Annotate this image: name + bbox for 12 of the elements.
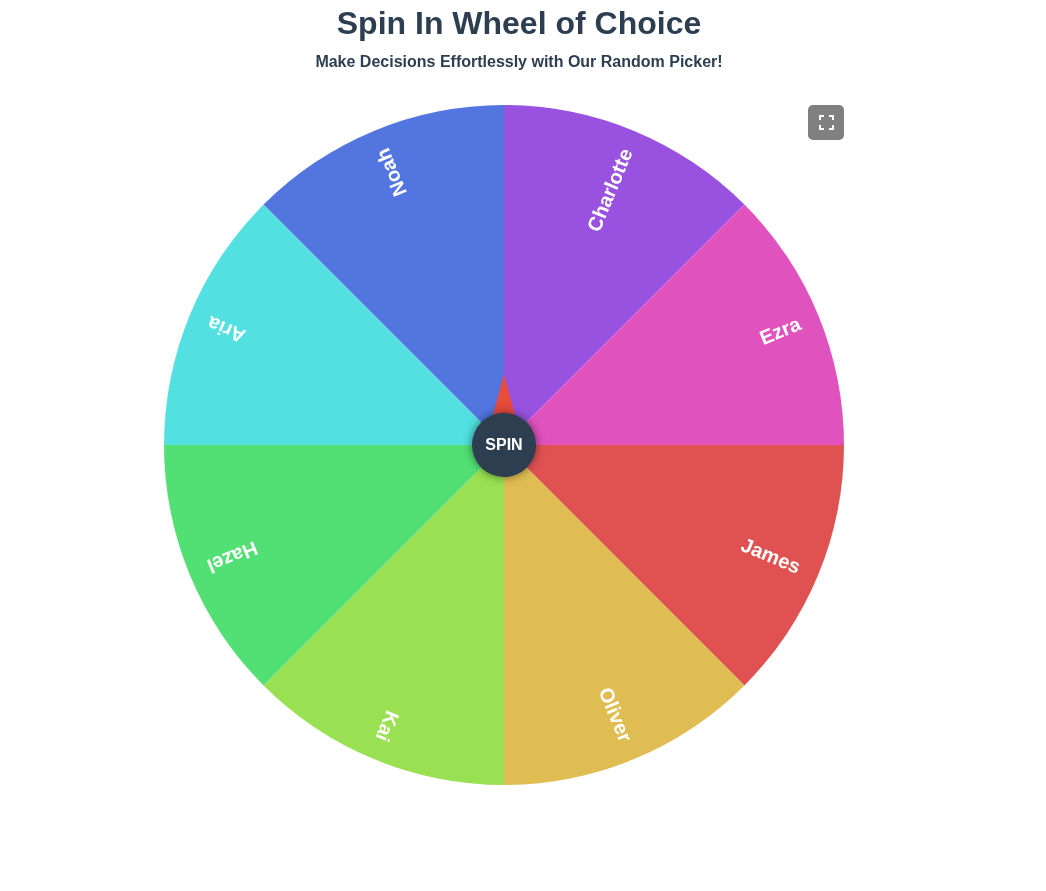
segment-label: Oliver (594, 684, 637, 745)
segment-label: Aria (204, 312, 249, 348)
page-title: Spin In Wheel of Choice (336, 5, 702, 42)
pointer-icon (493, 374, 515, 415)
fullscreen-button[interactable] (808, 105, 844, 140)
page-subtitle: Make Decisions Effortlessly with Our Random Picker! (315, 52, 723, 71)
segment-label: James (737, 533, 804, 578)
segment-label: Kai (371, 707, 404, 745)
segment-label: Noah (371, 145, 411, 200)
fullscreen-icon (818, 115, 834, 130)
segment-label: Ezra (756, 312, 804, 349)
segment-label: Hazel (204, 537, 261, 578)
